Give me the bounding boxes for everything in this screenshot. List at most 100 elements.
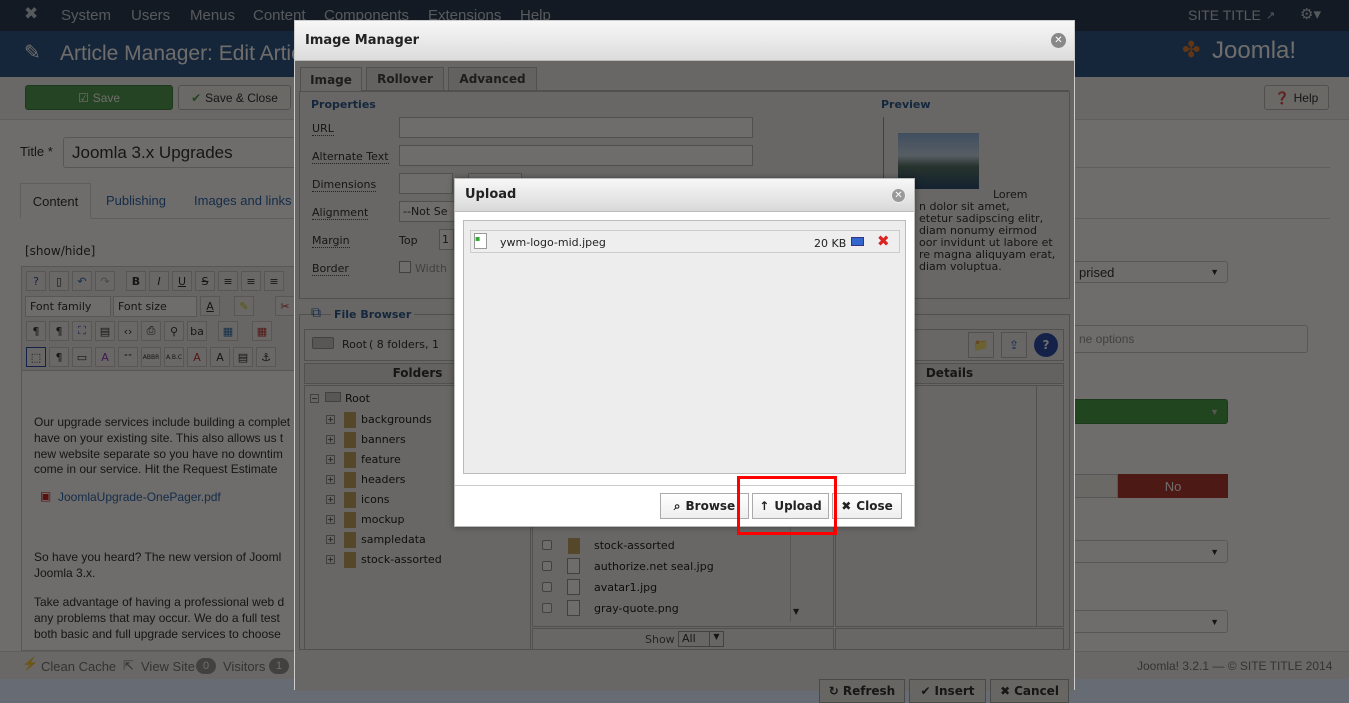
text-color-icon[interactable]: A: [200, 296, 220, 316]
close-button[interactable]: ✖ Close: [832, 493, 902, 519]
code-icon[interactable]: ‹›: [118, 321, 138, 341]
align-justify-icon[interactable]: ≡: [218, 271, 238, 291]
upload-button[interactable]: ↑ Upload: [752, 493, 829, 519]
del-icon[interactable]: A: [187, 347, 207, 367]
template-icon[interactable]: ▤: [233, 347, 253, 367]
print-icon[interactable]: ⎙: [141, 321, 161, 341]
underline-icon[interactable]: U: [172, 271, 192, 291]
file-item[interactable]: authorize.net seal.jpg: [594, 560, 714, 573]
joomla-icon[interactable]: ✖: [24, 4, 38, 24]
new-document-icon[interactable]: ▯: [49, 271, 69, 291]
ltr-icon[interactable]: ¶: [26, 321, 46, 341]
show-select[interactable]: All ▼: [678, 631, 724, 647]
close-icon[interactable]: ✕: [891, 188, 906, 203]
close-icon[interactable]: ✕: [1051, 33, 1066, 48]
pdf-link[interactable]: JoomlaUpgrade-OnePager.pdf: [58, 489, 221, 505]
view-site-link[interactable]: View Site: [141, 659, 195, 674]
replace-icon[interactable]: ba: [187, 321, 207, 341]
show-blocks-icon[interactable]: ¶: [49, 347, 69, 367]
help-icon[interactable]: ?: [26, 271, 46, 291]
highlight-icon[interactable]: ✎: [234, 296, 254, 316]
search-icon[interactable]: ⚲: [164, 321, 184, 341]
rtl-icon[interactable]: ¶: [49, 321, 69, 341]
title-input[interactable]: Joomla 3.x Upgrades: [63, 137, 303, 168]
font-size-select[interactable]: Font size: [113, 296, 197, 317]
tree-folder[interactable]: stock-assorted: [361, 553, 442, 566]
file-checkbox[interactable]: [542, 561, 552, 571]
gear-icon[interactable]: ⚙▾: [1300, 5, 1321, 23]
table-icon[interactable]: ▦: [218, 321, 238, 341]
save-close-button[interactable]: ✔ Save & Close: [178, 85, 291, 110]
file-item[interactable]: avatar1.jpg: [594, 581, 657, 594]
anchor-icon[interactable]: ⚓: [256, 347, 276, 367]
expand-icon[interactable]: +: [326, 435, 335, 444]
tab-rollover[interactable]: Rollover: [366, 67, 444, 90]
fullscreen-icon[interactable]: ⛶: [72, 321, 92, 341]
preview-icon[interactable]: ▤: [95, 321, 115, 341]
remove-icon[interactable]: ✖: [877, 232, 890, 250]
expand-icon[interactable]: +: [326, 515, 335, 524]
scroll-down-icon[interactable]: ▼: [793, 607, 799, 616]
expand-icon[interactable]: +: [326, 535, 335, 544]
alt-text-input[interactable]: [399, 145, 753, 166]
cut-icon[interactable]: ✂: [275, 296, 295, 316]
ins-icon[interactable]: A: [210, 347, 230, 367]
insert-button[interactable]: ✔ Insert: [909, 679, 986, 703]
border-checkbox[interactable]: [399, 261, 411, 273]
new-folder-icon[interactable]: 📁: [968, 332, 994, 358]
tree-folder[interactable]: icons: [361, 493, 390, 506]
tab-images-links[interactable]: Images and links: [194, 193, 292, 208]
abbr-icon[interactable]: ABBR: [141, 347, 161, 367]
expand-icon[interactable]: +: [326, 495, 335, 504]
browse-button[interactable]: ⌕ Browse: [660, 493, 749, 519]
file-checkbox[interactable]: [542, 540, 552, 550]
tags-input[interactable]: ne options: [1040, 325, 1308, 353]
collapse-icon[interactable]: −: [310, 394, 319, 403]
help-icon[interactable]: ?: [1034, 333, 1058, 357]
visual-aid-icon[interactable]: ⬚: [26, 347, 46, 367]
tree-folder[interactable]: mockup: [361, 513, 404, 526]
width-input[interactable]: [399, 173, 453, 194]
tab-advanced[interactable]: Advanced: [448, 67, 537, 90]
delete-table-icon[interactable]: ▦: [252, 321, 272, 341]
undo-icon[interactable]: ↶: [72, 271, 92, 291]
italic-icon[interactable]: I: [149, 271, 169, 291]
alignment-select[interactable]: --Not Se: [399, 201, 455, 222]
save-button[interactable]: ☑ Save: [25, 85, 173, 110]
file-item[interactable]: stock-assorted: [594, 539, 675, 552]
file-item[interactable]: gray-quote.png: [594, 602, 679, 615]
tree-folder[interactable]: feature: [361, 453, 401, 466]
font-family-select[interactable]: Font family: [25, 296, 111, 317]
bold-icon[interactable]: B: [126, 271, 146, 291]
rename-icon[interactable]: [851, 237, 864, 246]
clean-cache-link[interactable]: Clean Cache: [41, 659, 116, 674]
expand-icon[interactable]: +: [326, 455, 335, 464]
upload-icon[interactable]: ⇪: [1001, 332, 1027, 358]
url-input[interactable]: [399, 117, 753, 138]
tree-folder[interactable]: backgrounds: [361, 413, 432, 426]
tree-folder[interactable]: banners: [361, 433, 406, 446]
align-center-icon[interactable]: ≡: [241, 271, 261, 291]
menu-system[interactable]: System: [61, 7, 111, 24]
tab-content[interactable]: Content: [20, 183, 91, 219]
expand-icon[interactable]: +: [326, 475, 335, 484]
menu-menus[interactable]: Menus: [190, 7, 235, 24]
toggle-no[interactable]: No: [1118, 474, 1228, 498]
tab-publishing[interactable]: Publishing: [106, 193, 166, 208]
show-hide-link[interactable]: [show/hide]: [25, 244, 95, 258]
margin-top-input[interactable]: 1: [439, 229, 454, 250]
expand-icon[interactable]: +: [326, 415, 335, 424]
menu-users[interactable]: Users: [131, 7, 170, 24]
align-left-icon[interactable]: ≡: [264, 271, 284, 291]
redo-icon[interactable]: ↷: [95, 271, 115, 291]
tree-root[interactable]: Root: [345, 392, 370, 405]
tab-image[interactable]: Image: [300, 67, 362, 91]
help-button[interactable]: ❓ Help: [1264, 85, 1329, 110]
tree-folder[interactable]: headers: [361, 473, 405, 486]
pagebreak-icon[interactable]: ▭: [72, 347, 92, 367]
strikethrough-icon[interactable]: S: [195, 271, 215, 291]
file-checkbox[interactable]: [542, 603, 552, 613]
acronym-icon[interactable]: A.B.C: [164, 347, 184, 367]
site-title-link[interactable]: SITE TITLE: [1188, 7, 1261, 23]
file-checkbox[interactable]: [542, 582, 552, 592]
